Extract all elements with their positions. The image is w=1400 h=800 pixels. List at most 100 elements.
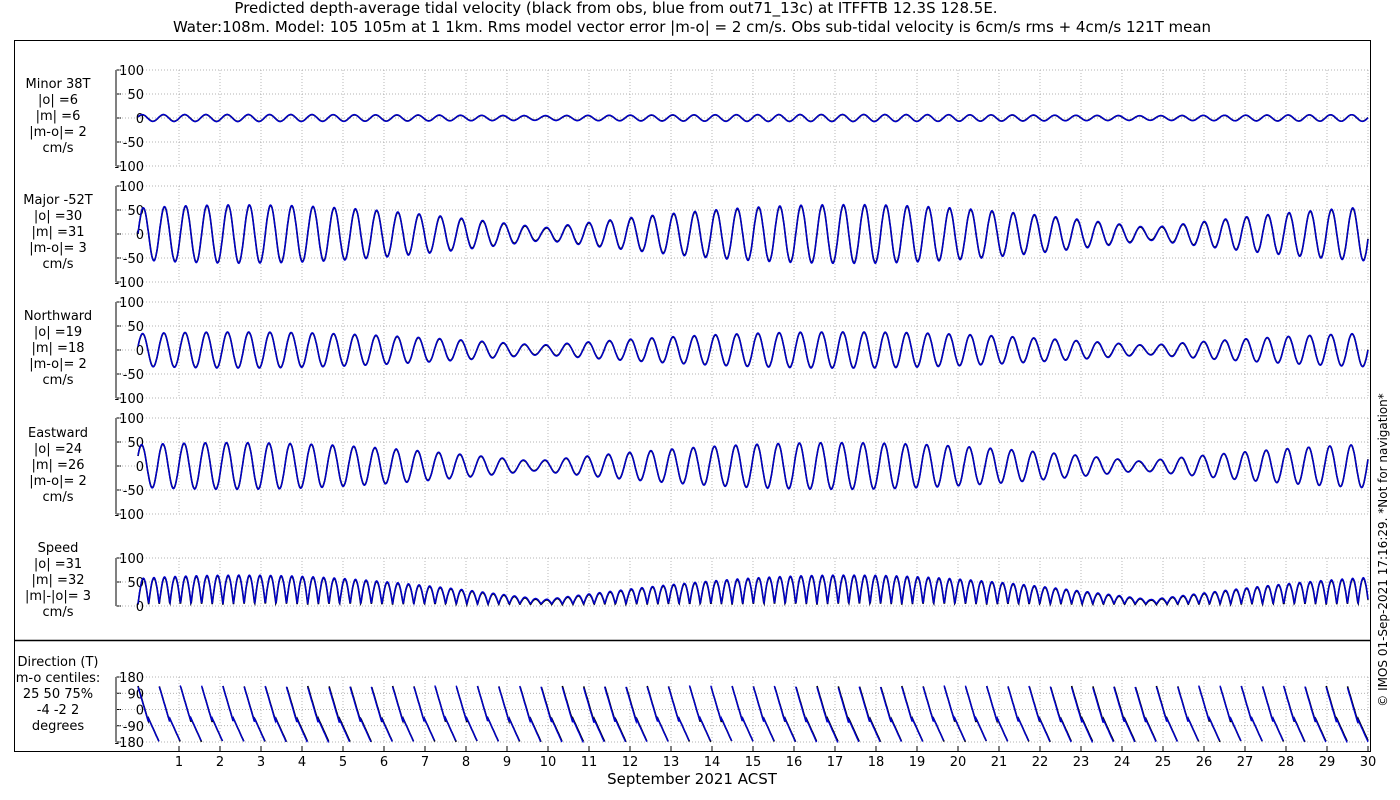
y-tick-label: 0: [136, 600, 144, 615]
series-line-model: [285, 686, 308, 743]
series-line-model: [1028, 685, 1051, 742]
series-line-model: [179, 685, 202, 741]
series-line-obs: [561, 685, 585, 742]
x-tick-label: 5: [339, 755, 347, 770]
y-tick-label: 50: [127, 88, 144, 103]
series-line-obs: [328, 686, 351, 742]
panel-label-line: -4 -2 2: [37, 703, 79, 718]
y-tick-label: 100: [119, 296, 144, 311]
series-line-obs: [286, 686, 309, 742]
x-axis: 1 2 3 4 5 6 7 8 9 10 11 12 13 14 15 16 17 18 19 20 21 22 23 24 2…: [175, 746, 1376, 770]
panel-label-line: Eastward: [28, 426, 88, 441]
panel-direction: Direction (T)m-o centiles:25 50 75%-4 -2…: [16, 655, 1369, 751]
panels: Minor 38T|o| =6|m| =6|m-o|= 2cm/s100500-…: [16, 64, 1369, 751]
x-tick-label: 11: [581, 755, 598, 770]
x-tick-label: 24: [1114, 755, 1131, 770]
x-tick-label: 1: [175, 755, 183, 770]
series-line-model: [667, 686, 690, 741]
panel-speed: Speed|o| =31|m| =32|m|-|o|= 3cm/s100500: [25, 541, 1369, 620]
panel-label-line: Northward: [24, 309, 92, 324]
series-line-model: [625, 686, 648, 742]
y-tick-label: -100: [114, 392, 144, 407]
series-line-model: [158, 686, 181, 741]
x-tick-label: 18: [868, 755, 885, 770]
series-line-obs: [625, 686, 648, 742]
series-line-obs: [795, 686, 818, 742]
y-tick-label: 100: [119, 64, 144, 79]
series-line-obs: [306, 685, 330, 742]
series-line-model: [519, 685, 542, 742]
series-line-obs: [1283, 686, 1306, 743]
series-line-model: [413, 686, 436, 741]
series-line-obs: [1070, 685, 1094, 742]
series-line-obs: [519, 686, 542, 743]
x-tick-label: 10: [540, 755, 557, 770]
x-tick-label: 29: [1319, 755, 1336, 770]
series-line-model: [1134, 686, 1157, 743]
panel-label-line: |m|-|o|= 3: [25, 589, 91, 604]
series-line-obs: [1346, 686, 1369, 741]
y-tick-label: 0: [136, 704, 144, 719]
x-tick-label: 19: [909, 755, 926, 770]
series-line-obs: [498, 686, 521, 742]
x-tick-label: 6: [380, 755, 388, 770]
series-line-model: [391, 686, 415, 742]
panel-eastward: Eastward|o| =24|m| =26|m-o|= 2cm/s 100 50 0…: [28, 412, 1369, 523]
x-tick-label: 8: [462, 755, 470, 770]
panel-label-line: |m| =18: [32, 341, 85, 356]
series-line-obs: [837, 686, 860, 742]
series-line-obs: [243, 686, 266, 742]
x-tick-label: 22: [1032, 755, 1049, 770]
x-tick-label: 7: [421, 755, 429, 770]
y-tick-label: 100: [119, 552, 144, 567]
series-line-model: [1261, 686, 1284, 742]
panel-label-line: |m-o|= 3: [29, 241, 87, 256]
x-tick-label: 23: [1073, 755, 1090, 770]
series-line-model: [1155, 686, 1178, 742]
x-tick-label: 16: [786, 755, 803, 770]
series-line-model: [688, 685, 712, 741]
panel-label-line: Minor 38T: [26, 77, 91, 92]
series-line-obs: [604, 686, 627, 743]
series-line-obs: [773, 686, 797, 743]
series-line-model: [879, 686, 903, 742]
panel-label-line: |m| =6: [36, 109, 81, 124]
y-tick-label: 50: [127, 320, 144, 335]
panel-major: Major -52T|o| =30|m| =31|m-o|= 3cm/s1005…: [23, 180, 1369, 291]
panel-label-line: cm/s: [43, 141, 74, 156]
y-tick-label: -50: [123, 368, 144, 383]
series-line-obs: [370, 686, 393, 742]
y-tick-label: 100: [119, 180, 144, 195]
y-tick-label: 50: [127, 436, 144, 451]
series-line-model: [922, 686, 945, 741]
y-tick-label: 0: [136, 344, 144, 359]
series-line-obs: [858, 686, 882, 743]
series-line-model: [561, 687, 584, 743]
y-tick-label: -100: [114, 508, 144, 523]
series-line-obs: [1113, 686, 1136, 743]
panel-label-line: |o| =19: [34, 325, 82, 340]
panel-label-line: Direction (T): [18, 655, 99, 670]
tidal-velocity-chart: Predicted depth-average tidal velocity (…: [14, 0, 1390, 788]
series-line-model: [646, 686, 669, 742]
x-tick-label: 15: [745, 755, 762, 770]
x-tick-label: 17: [827, 755, 844, 770]
chart-title-line-2: Water:108m. Model: 105 105m at 1 1km. Rm…: [173, 18, 1211, 36]
x-tick-label: 4: [298, 755, 306, 770]
panel-label-line: cm/s: [43, 257, 74, 272]
panel-label-line: |o| =31: [34, 557, 82, 572]
series-line-model: [1219, 685, 1242, 742]
x-tick-label: 26: [1196, 755, 1213, 770]
series-line-obs: [1092, 686, 1115, 742]
panel-label-line: cm/s: [43, 605, 74, 620]
series-line-model: [1240, 685, 1263, 742]
y-tick-label: -90: [123, 720, 144, 735]
y-tick-label: -100: [114, 160, 144, 175]
plot-frame: [14, 40, 1371, 752]
x-tick-label: 2: [216, 755, 224, 770]
series-line-obs: [264, 686, 288, 743]
series-line-model: [1007, 686, 1030, 742]
series-line-model: [243, 686, 266, 742]
x-tick-label: 9: [503, 755, 511, 770]
panel-label-line: |m-o|= 2: [29, 125, 87, 140]
